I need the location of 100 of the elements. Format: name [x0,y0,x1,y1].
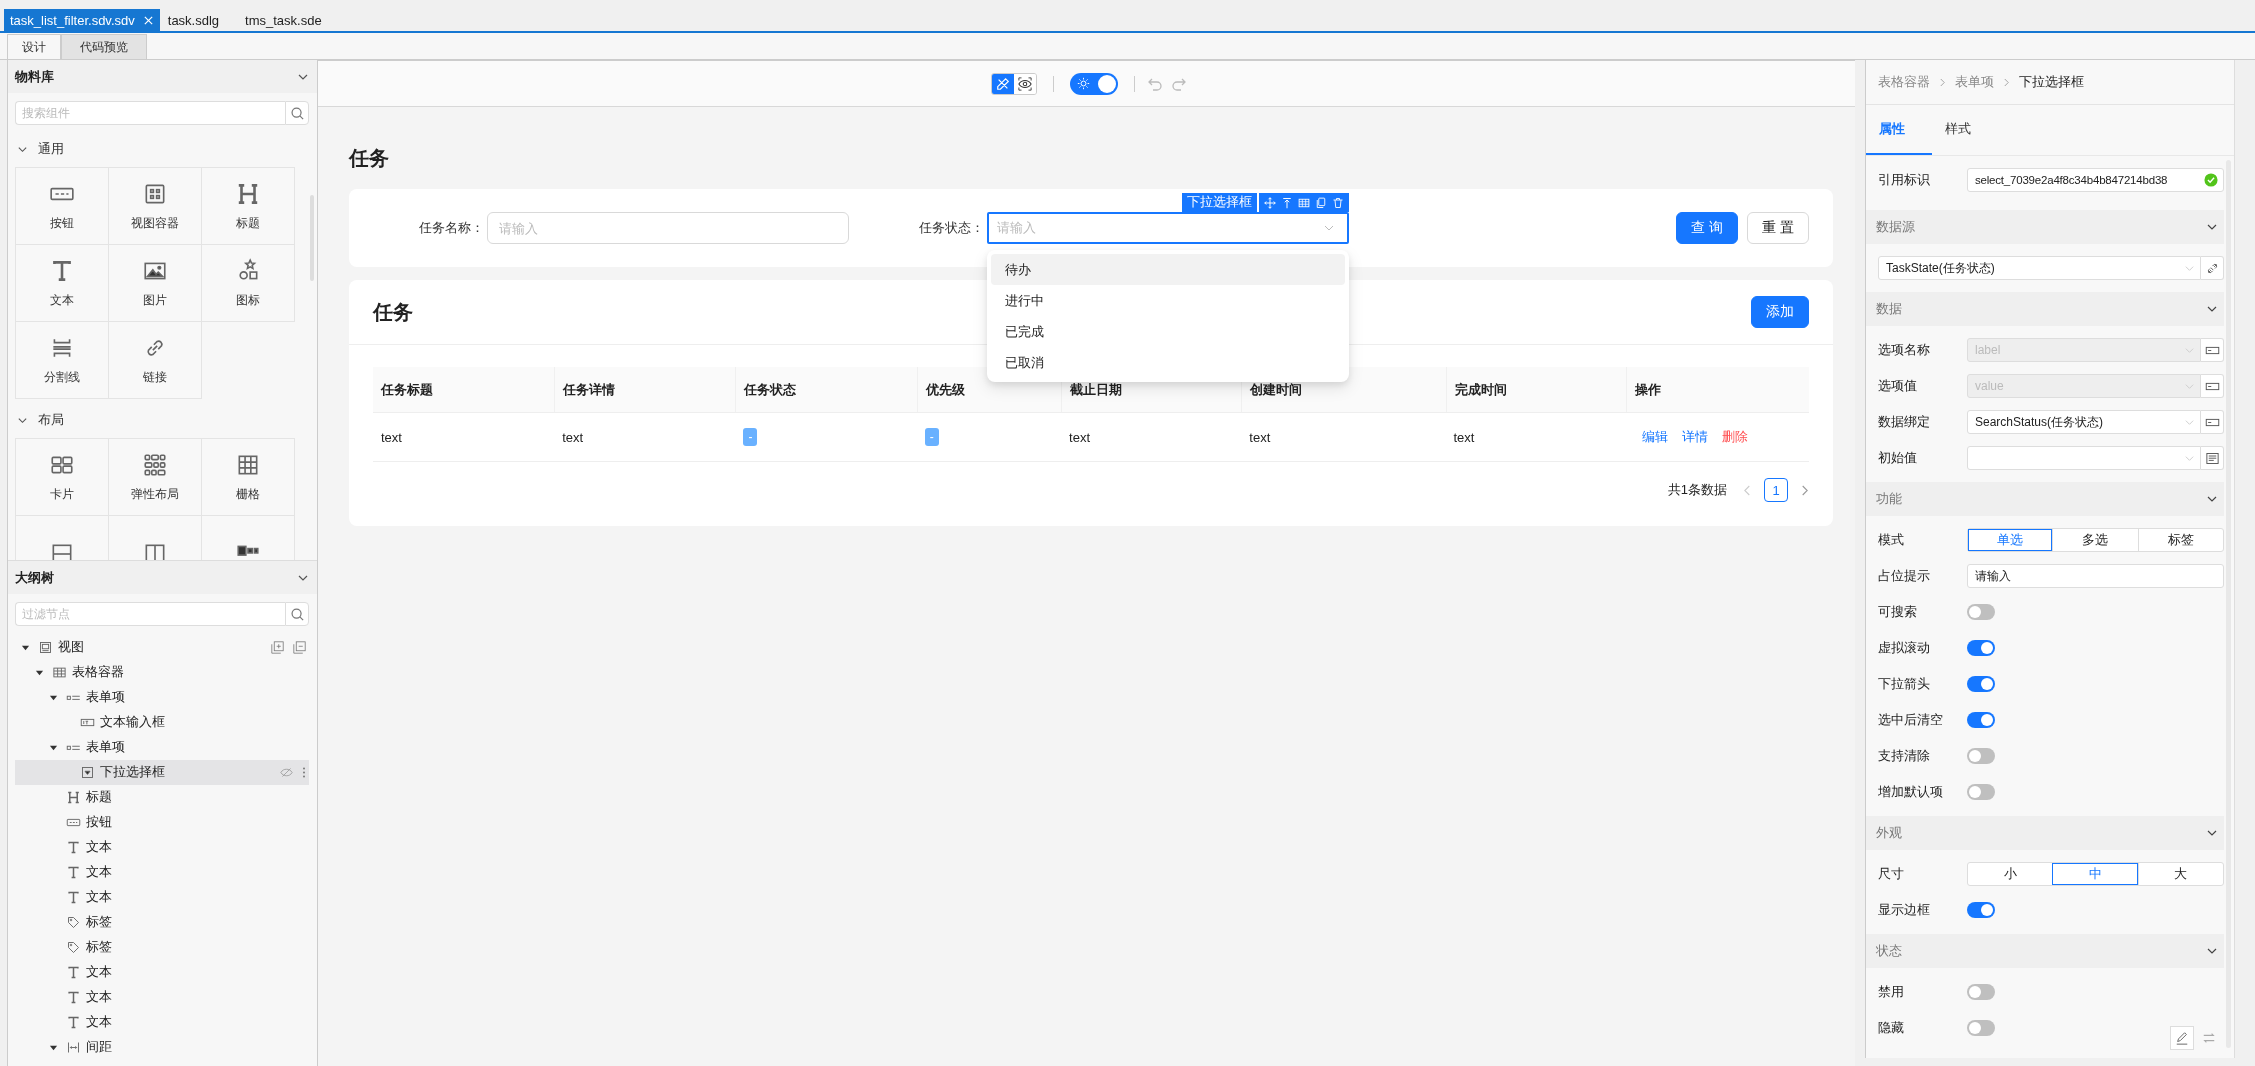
tree-node[interactable]: 按钮 [15,810,309,835]
query-button[interactable]: 查 询 [1676,212,1739,244]
toggle-switch[interactable] [1967,902,1995,918]
group-header[interactable]: 通用 [15,135,317,163]
panel-header[interactable]: 大纲树 [8,561,317,594]
input-field[interactable]: 请输入 [487,212,849,244]
tree-node[interactable]: 间距 [15,1035,309,1060]
move-icon[interactable] [1264,196,1276,209]
swap-icon[interactable] [2202,1031,2216,1045]
editor-tab[interactable]: 设计 [7,34,61,59]
dropdown-option[interactable]: 已完成 [991,316,1345,347]
breadcrumb-item[interactable]: 表格容器 [1878,73,1930,91]
ref-id-field[interactable]: select_7039e2a4f8c34b4b847214bd38 [1967,168,2224,192]
close-icon[interactable] [142,14,154,26]
panel-tab[interactable]: 样式 [1932,105,1998,155]
tree-node[interactable]: 标签 [15,910,309,935]
panel-tab[interactable]: 属性 [1866,105,1932,155]
tree-node[interactable]: 下拉选择框 [15,760,309,785]
edit-button[interactable] [2170,1026,2194,1050]
editor-tab[interactable]: 代码预览 [61,34,147,59]
caret-icon[interactable] [48,743,58,752]
segment-option[interactable]: 小 [1968,863,2053,885]
segment-option[interactable]: 多选 [2052,529,2138,551]
toggle-switch[interactable] [1967,748,1995,764]
bind-button[interactable] [2201,338,2224,362]
caret-icon[interactable] [48,693,58,702]
collapse-all-icon[interactable] [293,641,306,654]
search-field[interactable]: 搜索组件 [15,101,285,125]
component-tile[interactable]: 标题 [201,167,295,245]
component-tile[interactable]: 卡片 [15,438,109,516]
toggle-switch[interactable] [1967,984,1995,1000]
dropdown-option[interactable]: 进行中 [991,285,1345,316]
tree-node[interactable]: 视图 [15,635,309,660]
bind-button[interactable] [2201,374,2224,398]
page-button[interactable]: 1 [1764,478,1788,502]
tree-node[interactable]: 文本 [15,960,309,985]
search-field[interactable]: 过滤节点 [15,602,285,626]
toggle-switch[interactable] [1967,604,1995,620]
component-tile[interactable]: 按钮 [15,167,109,245]
section-header[interactable]: 数据 [1866,292,2224,326]
toggle-switch[interactable] [1967,712,1995,728]
toggle-switch[interactable] [1967,784,1995,800]
component-tile[interactable]: 链接 [108,321,202,399]
theme-toggle[interactable] [1069,72,1118,95]
breadcrumb-item[interactable]: 下拉选择框 [2019,73,2084,91]
select-field[interactable]: TaskState(任务状态) [1878,256,2201,280]
bind-button[interactable] [2201,410,2224,434]
component-tile[interactable]: 栅格 [201,438,295,516]
file-tab[interactable]: task_list_filter.sdv.sdv [4,9,160,31]
tree-node[interactable]: 文本 [15,985,309,1010]
tree-node[interactable]: 文本 [15,885,309,910]
panel-header[interactable]: 物料库 [8,60,317,93]
input-field[interactable]: 请输入 [1967,564,2224,588]
search-button[interactable] [285,602,309,626]
design-mode-button[interactable] [991,73,1014,94]
toggle-switch[interactable] [1967,676,1995,692]
tree-node[interactable]: 文本 [15,1010,309,1035]
component-tile[interactable]: 图标 [201,244,295,322]
dropdown-option[interactable]: 待办 [991,254,1345,285]
segment-option[interactable]: 大 [2137,863,2223,885]
segment-option[interactable]: 单选 [1968,529,2053,551]
section-header[interactable]: 外观 [1866,816,2224,850]
action-link[interactable]: 编辑 [1641,428,1668,446]
add-button[interactable]: 添加 [1751,296,1809,328]
list-button[interactable] [2201,446,2224,470]
select-field[interactable] [1967,446,2201,470]
table-icon[interactable] [1298,196,1310,209]
caret-icon[interactable] [34,668,44,677]
section-header[interactable]: 数据源 [1866,210,2224,244]
segment-option[interactable]: 中 [2052,863,2138,885]
section-header[interactable]: 功能 [1866,482,2224,516]
caret-icon[interactable] [20,643,30,652]
group-header[interactable]: 布局 [15,406,317,434]
caret-icon[interactable] [48,1043,58,1052]
tree-node[interactable]: 表格容器 [15,660,309,685]
section-header[interactable]: 状态 [1866,934,2224,968]
copy-icon[interactable] [1315,196,1327,209]
tree-node[interactable]: 标题 [15,785,309,810]
breadcrumb-item[interactable]: 表单项 [1955,73,1994,91]
tree-node[interactable]: 文本 [15,860,309,885]
delete-icon[interactable] [1332,196,1344,209]
file-tab[interactable]: tms_task.sde [239,9,328,31]
tree-node[interactable]: 文本 [15,835,309,860]
preview-mode-button[interactable] [1013,73,1036,94]
action-link[interactable]: 详情 [1681,428,1708,446]
tree-node[interactable]: 文本输入框 [15,710,309,735]
tree-node[interactable]: 标签 [15,935,309,960]
tree-node[interactable]: 表单项 [15,735,309,760]
more-icon[interactable] [302,766,306,779]
eye-slash-icon[interactable] [280,766,293,779]
segment-option[interactable]: 标签 [2137,529,2223,551]
toggle-switch[interactable] [1967,1020,1995,1036]
next-page-icon[interactable] [1800,484,1809,496]
file-tab[interactable]: task.sdlg [161,9,226,31]
tree-node[interactable]: 表单项 [15,685,309,710]
search-button[interactable] [285,101,309,125]
component-tile[interactable]: 分割线 [15,321,109,399]
toggle-switch[interactable] [1967,640,1995,656]
align-top-icon[interactable] [1281,196,1293,209]
reset-button[interactable]: 重 置 [1747,212,1809,244]
